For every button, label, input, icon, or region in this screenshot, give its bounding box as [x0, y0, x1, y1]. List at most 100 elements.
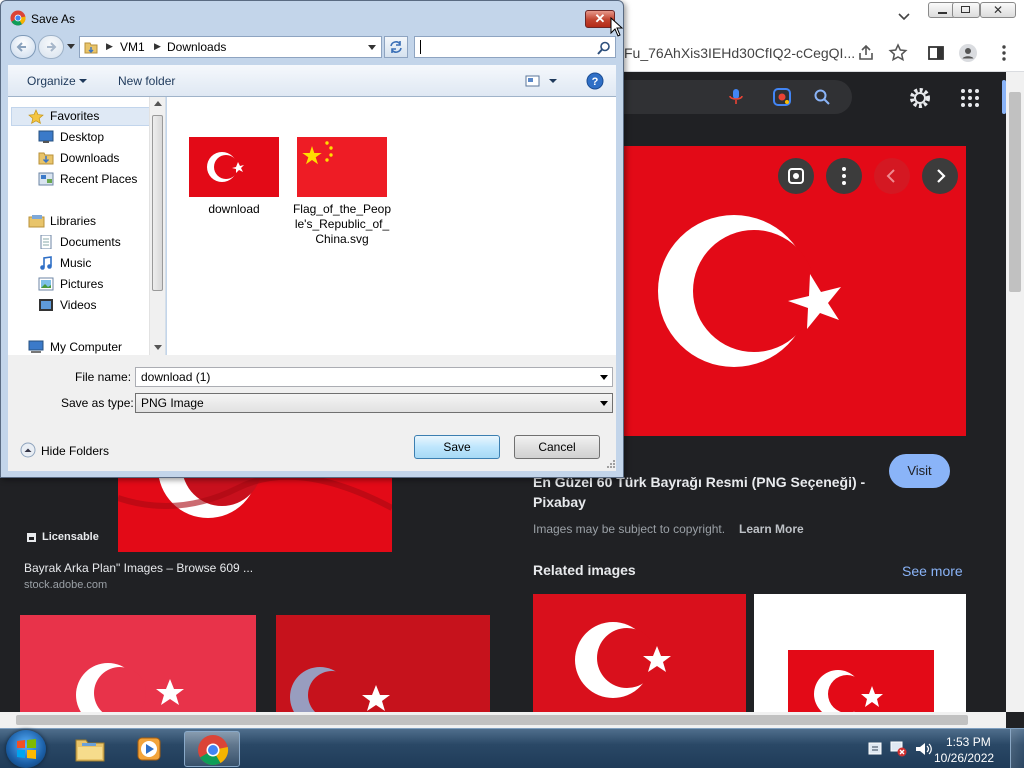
hide-folders-button[interactable]: Hide Folders: [41, 444, 109, 458]
favorites-header[interactable]: Favorites: [50, 107, 99, 125]
file-name-china-line3[interactable]: China.svg: [291, 232, 393, 247]
breadcrumb-downloads[interactable]: Downloads: [167, 40, 226, 54]
previous-image-button[interactable]: [874, 158, 910, 194]
file-name-dropdown-icon[interactable]: [600, 375, 608, 380]
related-image-2[interactable]: [754, 594, 966, 712]
view-dropdown-icon[interactable]: [549, 79, 557, 84]
taskbar-media-player[interactable]: [122, 731, 178, 767]
text-caret: [420, 40, 421, 54]
file-name-china-line1[interactable]: Flag_of_the_Peop: [291, 202, 393, 217]
google-search-box[interactable]: [612, 80, 852, 114]
result-thumbnail[interactable]: [118, 478, 392, 552]
breadcrumb-separator-icon[interactable]: ▶: [106, 41, 113, 52]
horizontal-scrollbar[interactable]: [0, 712, 1006, 728]
next-image-button[interactable]: [922, 158, 958, 194]
file-thumbnail-download[interactable]: [189, 137, 279, 197]
breadcrumb-vm1[interactable]: VM1: [120, 40, 145, 54]
clock-time[interactable]: 1:53 PM: [946, 735, 991, 749]
nav-pane-scrollbar[interactable]: [149, 97, 165, 355]
back-button[interactable]: [10, 35, 36, 59]
save-options-panel: File name: download (1) Save as type: PN…: [8, 355, 616, 471]
save-type-dropdown-icon[interactable]: [600, 401, 608, 406]
scroll-down-icon[interactable]: [154, 345, 162, 351]
vertical-scrollbar[interactable]: [1006, 72, 1024, 712]
taskbar-chrome[interactable]: [184, 731, 240, 767]
hide-folders-chevron-icon[interactable]: [20, 442, 36, 458]
breadcrumb-separator-icon[interactable]: ▶: [154, 41, 161, 52]
help-icon[interactable]: ?: [586, 72, 604, 90]
side-panel-icon[interactable]: [926, 43, 946, 63]
tab-search-chevron-icon[interactable]: [896, 8, 912, 24]
search-icon[interactable]: [814, 89, 830, 105]
libraries-header[interactable]: Libraries: [50, 212, 96, 230]
result-title[interactable]: Bayrak Arka Plan" Images – Browse 609 ..…: [24, 561, 253, 575]
clock-date[interactable]: 10/26/2022: [934, 751, 994, 765]
file-name-value[interactable]: download (1): [141, 370, 210, 384]
file-name-china-line2[interactable]: le's_Republic_of_: [291, 217, 393, 232]
bookmark-star-icon[interactable]: [888, 43, 908, 63]
search-downloads-input[interactable]: [414, 36, 616, 58]
horizontal-scroll-thumb[interactable]: [16, 715, 968, 725]
scroll-up-icon[interactable]: [154, 101, 162, 107]
volume-icon[interactable]: [914, 741, 932, 757]
learn-more-link[interactable]: Learn More: [739, 522, 804, 536]
show-desktop-button[interactable]: [1010, 729, 1024, 768]
visit-button[interactable]: Visit: [889, 454, 950, 488]
command-bar: Organize New folder ?: [8, 65, 616, 97]
network-disconnected-icon[interactable]: [890, 741, 908, 757]
file-name-field[interactable]: download (1): [135, 367, 613, 387]
lens-button[interactable]: [778, 158, 814, 194]
address-breadcrumb[interactable]: ▶ VM1 ▶ Downloads: [79, 36, 382, 58]
new-folder-button[interactable]: New folder: [118, 74, 175, 88]
cancel-button[interactable]: Cancel: [514, 435, 600, 459]
apps-grid-icon[interactable]: [960, 88, 980, 108]
preview-title-line2[interactable]: Pixabay: [533, 494, 586, 510]
close-window-button[interactable]: ✕: [980, 2, 1016, 18]
voice-search-icon[interactable]: [728, 88, 744, 106]
google-lens-icon[interactable]: [772, 87, 792, 107]
chrome-logo-icon: [10, 10, 26, 26]
refresh-button[interactable]: [384, 36, 408, 58]
chrome-menu-icon[interactable]: [994, 43, 1014, 63]
dialog-title: Save As: [31, 12, 76, 26]
result-thumbnail-2[interactable]: [20, 615, 256, 712]
profile-avatar-icon[interactable]: [958, 43, 978, 63]
nav-recent-places[interactable]: Recent Places: [60, 170, 137, 188]
nav-scroll-thumb[interactable]: [152, 115, 163, 291]
result-source[interactable]: stock.adobe.com: [24, 579, 107, 591]
action-center-icon[interactable]: [868, 742, 882, 756]
restore-button[interactable]: [952, 2, 980, 18]
result-thumbnail-3[interactable]: [276, 615, 490, 712]
organize-dropdown-icon[interactable]: [79, 79, 87, 84]
resize-grip-icon[interactable]: [606, 459, 616, 469]
save-button[interactable]: Save: [414, 435, 500, 459]
save-type-select[interactable]: PNG Image: [135, 393, 613, 413]
organize-menu[interactable]: Organize: [27, 74, 76, 88]
recent-locations-icon[interactable]: [67, 44, 75, 50]
file-thumbnail-china[interactable]: [297, 137, 387, 197]
address-bar-url[interactable]: Fu_76AhXis3IEHd30CfIQ2-cCegQI...: [624, 45, 855, 61]
more-options-button[interactable]: [826, 158, 862, 194]
share-icon[interactable]: [856, 43, 876, 63]
music-icon: [40, 256, 52, 270]
search-icon[interactable]: [597, 41, 611, 55]
taskbar-explorer[interactable]: [62, 731, 118, 767]
forward-button[interactable]: [38, 35, 64, 59]
settings-gear-icon[interactable]: [908, 86, 932, 110]
start-button[interactable]: [6, 730, 46, 768]
nav-downloads[interactable]: Downloads: [60, 149, 119, 167]
save-type-value[interactable]: PNG Image: [141, 396, 204, 410]
change-view-icon[interactable]: [525, 74, 541, 88]
nav-videos[interactable]: Videos: [60, 296, 96, 314]
see-more-link[interactable]: See more: [902, 563, 963, 579]
nav-desktop[interactable]: Desktop: [60, 128, 104, 146]
nav-music[interactable]: Music: [60, 254, 91, 272]
file-name-download[interactable]: download: [189, 202, 279, 217]
nav-documents[interactable]: Documents: [60, 233, 121, 251]
nav-pictures[interactable]: Pictures: [60, 275, 103, 293]
nav-my-computer[interactable]: My Computer: [50, 338, 122, 356]
libraries-icon: [28, 215, 45, 228]
related-image-1[interactable]: [533, 594, 746, 712]
vertical-scroll-thumb[interactable]: [1009, 92, 1021, 292]
address-dropdown-icon[interactable]: [368, 45, 376, 51]
